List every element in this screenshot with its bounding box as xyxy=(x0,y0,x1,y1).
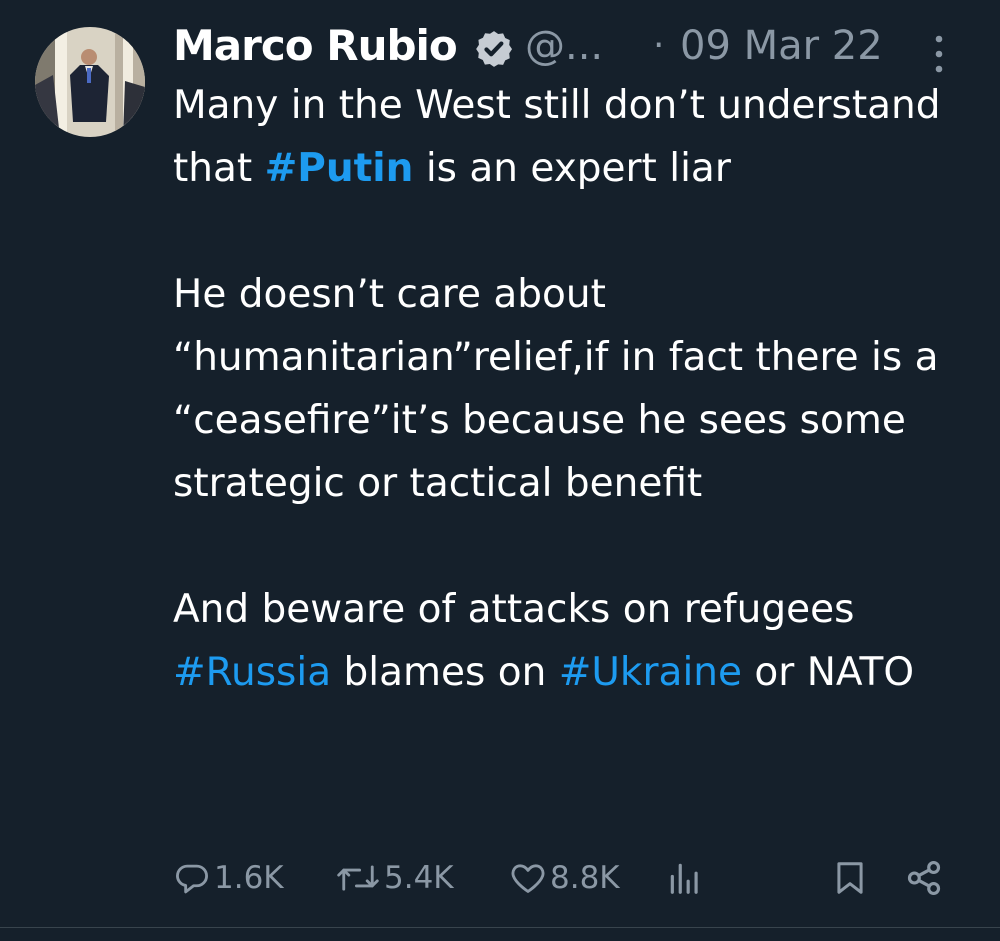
reply-count: 1.6K xyxy=(214,860,284,896)
retweet-button[interactable]: 5.4K xyxy=(335,852,454,904)
share-icon xyxy=(907,861,941,895)
tweet-text-segment: blames on xyxy=(331,650,559,695)
tweet-actions: 1.6K 5.4K 8.8K xyxy=(173,852,963,904)
hashtag-ukraine[interactable]: #Ukraine xyxy=(559,650,742,695)
tweet-text-segment: And beware of attacks on refugees xyxy=(173,587,855,632)
author-name[interactable]: Marco Rubio xyxy=(173,18,458,74)
bookmark-button[interactable] xyxy=(831,852,869,904)
hashtag-russia[interactable]: #Russia xyxy=(173,650,331,695)
tweet-text: Many in the West still don’t understand … xyxy=(173,74,988,704)
header-separator: · xyxy=(653,25,665,66)
avatar[interactable] xyxy=(35,27,145,137)
tweet-date[interactable]: 09 Mar 22 xyxy=(680,18,883,74)
retweet-icon xyxy=(337,865,379,891)
reply-icon xyxy=(176,864,208,894)
like-button[interactable]: 8.8K xyxy=(509,852,620,904)
tweet-header: Marco Rubio @... · 09 Mar 22 xyxy=(173,18,973,78)
like-count: 8.8K xyxy=(550,860,620,896)
like-icon xyxy=(511,864,545,893)
more-options-icon[interactable] xyxy=(927,30,951,78)
divider xyxy=(0,927,1000,928)
verified-badge-icon xyxy=(476,31,513,67)
tweet-paragraph-2: He doesn’t care about “humanitarian”reli… xyxy=(173,263,988,515)
tweet-paragraph-3: And beware of attacks on refugees #Russi… xyxy=(173,578,988,704)
author-handle[interactable]: @... xyxy=(525,18,603,74)
reply-button[interactable]: 1.6K xyxy=(173,852,284,904)
views-button[interactable] xyxy=(666,852,704,904)
views-icon xyxy=(670,863,698,894)
tweet-text-segment: or NATO xyxy=(742,650,915,695)
tweet-paragraph-1: Many in the West still don’t understand … xyxy=(173,74,988,200)
share-button[interactable] xyxy=(903,852,945,904)
tweet-text-segment: is an expert liar xyxy=(413,146,731,191)
retweet-count: 5.4K xyxy=(384,860,454,896)
hashtag-putin[interactable]: #Putin xyxy=(265,146,414,191)
bookmark-icon xyxy=(837,862,863,894)
tweet-text-segment: He doesn’t care about “humanitarian”reli… xyxy=(173,272,939,506)
avatar-image xyxy=(35,27,145,137)
